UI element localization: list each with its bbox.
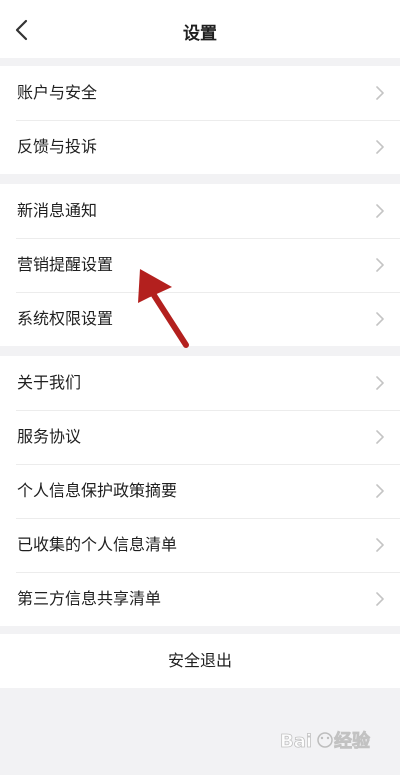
- page-title: 设置: [183, 24, 217, 44]
- settings-item-label: 系统权限设置: [17, 309, 114, 328]
- logout-button[interactable]: 安全退出: [0, 634, 400, 688]
- settings-item-new-message-notification[interactable]: 新消息通知: [0, 184, 400, 238]
- logout-label: 安全退出: [167, 651, 232, 670]
- settings-item-collected-info-list[interactable]: 已收集的个人信息清单: [0, 518, 400, 572]
- chevron-right-icon: [376, 258, 384, 272]
- settings-item-label: 服务协议: [17, 427, 82, 446]
- settings-item-label: 营销提醒设置: [17, 255, 114, 274]
- settings-item-label: 关于我们: [17, 373, 82, 392]
- settings-item-third-party-sharing[interactable]: 第三方信息共享清单: [0, 572, 400, 626]
- chevron-right-icon: [376, 312, 384, 326]
- settings-group-about: 关于我们 服务协议 个人信息保护政策摘要 已收集的个人信息清单 第三方信息共享清…: [0, 356, 400, 626]
- svg-text:Bai: Bai: [280, 731, 312, 752]
- chevron-right-icon: [376, 538, 384, 552]
- settings-item-service-agreement[interactable]: 服务协议: [0, 410, 400, 464]
- settings-item-label: 账户与安全: [17, 83, 98, 102]
- settings-item-label: 已收集的个人信息清单: [17, 535, 178, 554]
- chevron-right-icon: [376, 430, 384, 444]
- settings-item-about-us[interactable]: 关于我们: [0, 356, 400, 410]
- settings-item-label: 个人信息保护政策摘要: [17, 481, 178, 500]
- settings-item-system-permissions[interactable]: 系统权限设置: [0, 292, 400, 346]
- chevron-right-icon: [376, 204, 384, 218]
- chevron-right-icon: [376, 86, 384, 100]
- chevron-right-icon: [376, 484, 384, 498]
- settings-group-notifications: 新消息通知 营销提醒设置 系统权限设置: [0, 184, 400, 346]
- svg-text:经验: 经验: [334, 730, 371, 752]
- settings-item-privacy-summary[interactable]: 个人信息保护政策摘要: [0, 464, 400, 518]
- chevron-right-icon: [376, 376, 384, 390]
- header-bar: 设置: [0, 0, 400, 58]
- settings-item-label: 反馈与投诉: [17, 137, 98, 156]
- settings-group-account: 账户与安全 反馈与投诉: [0, 66, 400, 174]
- baidu-jingyan-watermark: Bai 经验: [280, 730, 372, 753]
- chevron-right-icon: [376, 140, 384, 154]
- settings-item-feedback[interactable]: 反馈与投诉: [0, 120, 400, 174]
- chevron-right-icon: [376, 592, 384, 606]
- settings-item-marketing-reminder[interactable]: 营销提醒设置: [0, 238, 400, 292]
- settings-item-label: 新消息通知: [17, 201, 98, 220]
- settings-item-label: 第三方信息共享清单: [17, 589, 162, 608]
- settings-item-account-security[interactable]: 账户与安全: [0, 66, 400, 120]
